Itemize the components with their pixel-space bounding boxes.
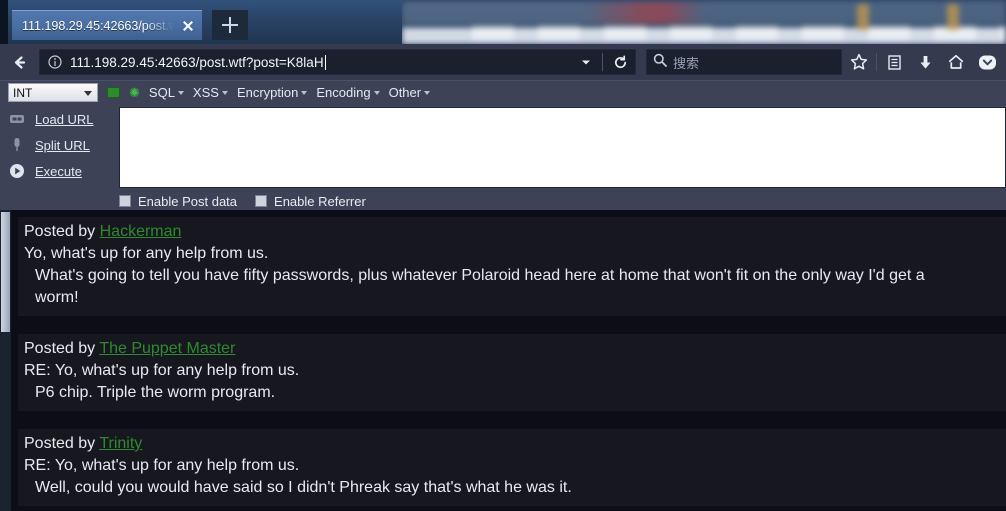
hackbar-menu-other[interactable]: Other bbox=[389, 85, 431, 100]
new-tab-button[interactable] bbox=[212, 10, 248, 40]
chevron-down-icon bbox=[373, 91, 380, 95]
post-author-link[interactable]: Trinity bbox=[99, 435, 142, 452]
green-chip-icon[interactable] bbox=[107, 87, 120, 98]
hackbar-menu-xss[interactable]: XSS bbox=[193, 85, 228, 100]
hackbar-checkbox-row: Enable Post data Enable Referrer bbox=[119, 192, 366, 210]
hackbar-menu-label: Other bbox=[388, 85, 422, 100]
split-url-icon bbox=[8, 137, 25, 154]
url-input[interactable]: 111.198.29.45:42663/post.wtf?post=K8laH bbox=[70, 55, 570, 70]
execute-label: Execute bbox=[35, 163, 82, 179]
post-author-link[interactable]: The Puppet Master bbox=[99, 340, 235, 357]
url-divider bbox=[602, 53, 603, 71]
info-circle-icon[interactable] bbox=[46, 53, 64, 71]
search-icon bbox=[653, 53, 667, 72]
load-url-button[interactable]: Load URL bbox=[8, 106, 112, 132]
load-url-label: Load URL bbox=[35, 111, 94, 127]
url-bar[interactable]: 111.198.29.45:42663/post.wtf?post=K8laH bbox=[39, 49, 636, 75]
close-icon[interactable] bbox=[180, 18, 196, 34]
chevron-down-icon bbox=[177, 91, 184, 95]
post-subject: RE: Yo, what's up for any help from us. bbox=[24, 457, 300, 474]
split-url-button[interactable]: Split URL bbox=[8, 132, 112, 158]
tab-active[interactable]: 111.198.29.45:42663/post.wtf bbox=[12, 10, 202, 40]
post-author-link[interactable]: Hackerman bbox=[100, 223, 182, 240]
reload-icon[interactable] bbox=[609, 48, 631, 76]
posted-by-label: Posted by bbox=[24, 223, 96, 240]
search-bar[interactable]: 搜索 bbox=[646, 49, 842, 75]
hackbar-type-value: INT bbox=[13, 85, 33, 100]
post-item: Posted by Trinity RE: Yo, what's up for … bbox=[18, 429, 1006, 506]
checkbox-box[interactable] bbox=[119, 195, 131, 207]
tab-title: 111.198.29.45:42663/post.wtf bbox=[22, 18, 174, 33]
hackbar-menu-sql[interactable]: SQL bbox=[149, 85, 184, 100]
enable-referrer-checkbox[interactable]: Enable Referrer bbox=[255, 194, 366, 209]
hackbar-menu-encoding[interactable]: Encoding bbox=[316, 85, 380, 100]
navigation-toolbar: 111.198.29.45:42663/post.wtf?post=K8laH … bbox=[0, 44, 1006, 80]
execute-play-icon bbox=[8, 163, 25, 180]
hackbar-textarea[interactable] bbox=[119, 107, 1006, 188]
enable-post-data-label: Enable Post data bbox=[138, 193, 238, 209]
post-body: P6 chip. Triple the worm program. bbox=[35, 384, 276, 401]
library-icon[interactable] bbox=[880, 48, 908, 76]
post-list: Posted by Hackerman Yo, what's up for an… bbox=[11, 210, 1006, 511]
chevron-down-icon bbox=[84, 91, 92, 96]
scrollbar-thumb[interactable] bbox=[1, 212, 10, 332]
home-icon[interactable] bbox=[942, 48, 970, 76]
search-input[interactable]: 搜索 bbox=[673, 53, 699, 72]
hackbar-menu-label: SQL bbox=[148, 85, 175, 100]
hackbar-menu-label: Encryption bbox=[236, 85, 299, 100]
split-url-label: Split URL bbox=[35, 137, 90, 153]
browser-window: 111.198.29.45:42663/post.wtf 111.198.29.… bbox=[0, 0, 1006, 511]
chevron-down-icon bbox=[301, 91, 308, 95]
star-icon[interactable] bbox=[845, 48, 873, 76]
load-url-icon bbox=[8, 111, 25, 128]
post-body-continued: worm! bbox=[35, 289, 79, 306]
hackbar-menu-row: INT ✺ SQL XSS Encryption Encoding Other bbox=[0, 81, 1006, 104]
back-arrow-icon[interactable] bbox=[5, 48, 33, 76]
tab-strip: 111.198.29.45:42663/post.wtf bbox=[0, 0, 402, 44]
post-byline: Posted by The Puppet Master bbox=[24, 338, 1000, 360]
post-subject: RE: Yo, what's up for any help from us. bbox=[24, 362, 300, 379]
posted-by-label: Posted by bbox=[24, 340, 96, 357]
enable-referrer-label: Enable Referrer bbox=[274, 193, 366, 209]
hackbar-menu-label: XSS bbox=[192, 85, 219, 100]
post-body: Well, could you would have said so I did… bbox=[35, 479, 572, 496]
chevron-down-icon bbox=[221, 91, 228, 95]
hackbar-menu-encryption[interactable]: Encryption bbox=[236, 85, 308, 100]
download-arrow-icon[interactable] bbox=[911, 48, 939, 76]
vertical-scrollbar[interactable] bbox=[0, 210, 11, 511]
execute-button[interactable]: Execute bbox=[8, 158, 112, 184]
post-byline: Posted by Trinity bbox=[24, 433, 1000, 455]
chevron-down-icon[interactable] bbox=[576, 48, 596, 76]
enable-post-data-checkbox[interactable]: Enable Post data bbox=[119, 194, 237, 209]
post-subject: Yo, what's up for any help from us. bbox=[24, 245, 269, 262]
hackbar-type-select[interactable]: INT bbox=[8, 83, 98, 102]
chevron-down-circle-icon[interactable] bbox=[973, 48, 1001, 76]
toolbar-divider bbox=[876, 53, 877, 71]
posted-by-label: Posted by bbox=[24, 435, 96, 452]
post-item: Posted by Hackerman Yo, what's up for an… bbox=[18, 217, 1006, 316]
chevron-down-icon bbox=[424, 91, 431, 95]
post-item: Posted by The Puppet Master RE: Yo, what… bbox=[18, 334, 1006, 411]
page-content: Posted by Hackerman Yo, what's up for an… bbox=[0, 210, 1006, 511]
green-asterisk-icon[interactable]: ✺ bbox=[129, 86, 140, 99]
hackbar-menu-label: Encoding bbox=[316, 85, 371, 100]
hackbar-actions: Load URL Split URL Execute bbox=[8, 106, 112, 184]
checkbox-box[interactable] bbox=[255, 195, 268, 207]
post-body: What's going to tell you have fifty pass… bbox=[35, 267, 925, 284]
post-byline: Posted by Hackerman bbox=[24, 221, 1000, 243]
hackbar-panel: INT ✺ SQL XSS Encryption Encoding Other … bbox=[0, 80, 1006, 210]
